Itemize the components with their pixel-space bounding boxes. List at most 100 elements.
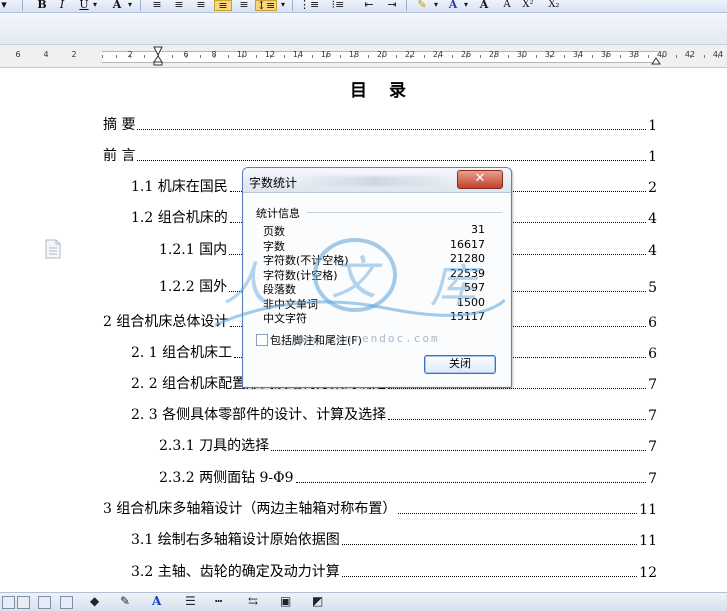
ruler-tick (382, 55, 383, 58)
grow-font-button[interactable]: A (477, 0, 491, 11)
ruler-tick (550, 55, 551, 58)
shrink-font-button[interactable]: A (500, 0, 514, 11)
align-center-icon[interactable]: ≡ (172, 0, 186, 11)
toc-entry-page: 2 (648, 180, 657, 196)
line-spacing-icon[interactable]: ↕≡ (255, 0, 277, 11)
3d-style-icon[interactable]: ◩ (312, 594, 323, 608)
font-color-icon[interactable]: A (152, 594, 161, 608)
stat-value: 16617 (450, 238, 485, 251)
toc-entry-page: 4 (648, 211, 657, 227)
decrease-indent-icon[interactable]: ⇤ (362, 0, 376, 11)
font-color-button[interactable]: A (110, 0, 124, 11)
toc-entry[interactable]: 摘 要 1 (103, 114, 657, 134)
toc-entry[interactable]: 3.2 主轴、齿轮的确定及动力计算 12 (131, 561, 657, 581)
numbering-icon[interactable]: ⋮≡ (299, 0, 319, 11)
toc-title: 目 录 (350, 81, 414, 101)
toolbar-separator (292, 0, 293, 11)
stat-value: 21280 (450, 252, 485, 265)
align-left-icon[interactable]: ≡ (150, 0, 164, 11)
include-footnotes-label[interactable]: 包括脚注和尾注(F) (270, 332, 362, 348)
dash-style-icon[interactable]: ┅ (215, 594, 222, 608)
ruler-tick (284, 55, 285, 58)
ruler-tick (214, 55, 215, 58)
toc-entry-label: 1.1 机床在国民 (131, 179, 228, 195)
toc-leader-dots (398, 513, 638, 514)
stat-value: 31 (471, 223, 485, 236)
toolbar-separator (22, 0, 23, 11)
highlight-icon[interactable]: ✎ (415, 0, 429, 11)
dropdown-arrow-icon[interactable]: ▾ (0, 0, 8, 11)
toc-entry-label: 1.2.2 国外 (159, 279, 228, 295)
toc-entry-page: 7 (648, 377, 657, 393)
stat-value: 15117 (450, 310, 485, 323)
dialog-title: 字数统计 (249, 176, 298, 190)
arrow-style-icon[interactable]: ⇆ (248, 594, 258, 608)
highlight-dropdown-icon[interactable]: ▾ (432, 0, 440, 11)
font-color-a-dropdown-icon[interactable]: ▾ (462, 0, 470, 11)
italic-button[interactable]: I (56, 0, 68, 11)
toc-entry[interactable]: 2.3.1 刀具的选择 7 (159, 435, 657, 455)
toc-entry-label: 3 组合机床多轴箱设计（两边主轴箱对称布置） (103, 501, 397, 517)
toc-leader-dots (295, 482, 647, 483)
bold-button[interactable]: B (36, 0, 48, 11)
ruler-tick (368, 55, 369, 58)
close-button[interactable]: 关闭 (424, 355, 496, 374)
justify-icon[interactable]: ≡ (214, 0, 232, 11)
toc-entry-page: 1 (648, 149, 657, 165)
line-spacing-dropdown-icon[interactable]: ▾ (279, 0, 287, 11)
toolbar-separator (406, 0, 407, 11)
ruler-tick (620, 55, 621, 58)
right-indent-marker-icon[interactable] (651, 55, 661, 65)
subscript-button[interactable]: X₂ (546, 0, 562, 11)
underline-button[interactable]: U (78, 0, 90, 11)
include-footnotes-checkbox[interactable] (256, 334, 268, 346)
bullets-icon[interactable]: ⁝≡ (330, 0, 346, 11)
toc-entry[interactable]: 前 言 1 (103, 145, 657, 165)
toc-leader-dots (388, 419, 647, 420)
align-right-icon[interactable]: ≡ (194, 0, 208, 11)
ruler-tick (592, 55, 593, 58)
font-color-a-icon[interactable]: A (446, 0, 460, 11)
line-style-icon[interactable]: ☰ (185, 594, 196, 608)
stat-label: 字符数(不计空格) (263, 254, 349, 267)
horizontal-ruler[interactable]: 6422681012141618202224262830323436384042… (0, 45, 727, 68)
toc-entry-label: 前 言 (103, 148, 136, 164)
superscript-button[interactable]: X² (520, 0, 536, 11)
insert-image-icon[interactable] (38, 596, 51, 609)
fill-color-icon[interactable]: ◆ (90, 594, 99, 608)
ruler-tick (648, 55, 649, 58)
insert-picture-icon[interactable] (2, 596, 15, 609)
toc-entry[interactable]: 2. 3 各侧具体零部件的设计、计算及选择 7 (131, 404, 657, 424)
shadow-icon[interactable]: ▣ (280, 594, 291, 608)
insert-chart-icon[interactable] (60, 596, 73, 609)
indent-marker-icon[interactable] (153, 46, 163, 66)
ruler-tick (312, 55, 313, 58)
line-color-icon[interactable]: ✎ (120, 594, 130, 608)
underline-dropdown-icon[interactable]: ▾ (91, 0, 99, 11)
toc-entry[interactable]: 3.1 绘制右多轴箱设计原始依据图 11 (131, 529, 657, 549)
dialog-title-bar[interactable]: 字数统计 ✕ (243, 168, 511, 193)
ruler-number: 4 (43, 50, 49, 59)
increase-indent-icon[interactable]: ⇥ (385, 0, 399, 11)
toc-entry-page: 6 (648, 315, 657, 331)
font-color-dropdown-icon[interactable]: ▾ (126, 0, 134, 11)
ruler-tick (130, 55, 131, 58)
close-icon[interactable]: ✕ (457, 170, 503, 189)
ruler-tick (494, 55, 495, 58)
distributed-align-icon[interactable]: ≡ (237, 0, 251, 11)
insert-clipart-icon[interactable] (17, 596, 30, 609)
toc-leader-dots (341, 544, 638, 545)
toc-entry[interactable]: 2.3.2 两侧面钻 9-Φ9 7 (159, 467, 657, 487)
toc-entry[interactable]: 3 组合机床多轴箱设计（两边主轴箱对称布置） 11 (103, 498, 657, 518)
ruler-tick (424, 55, 425, 58)
toc-entry-label: 摘 要 (103, 117, 136, 133)
ruler-tick (718, 55, 719, 58)
toc-entry-label: 1.2 组合机床的 (131, 210, 228, 226)
ruler-tick (340, 55, 341, 58)
toc-entry-page: 11 (639, 533, 657, 549)
ruler-tick (466, 55, 467, 58)
ruler-tick (452, 55, 453, 58)
stat-value: 22539 (450, 267, 485, 280)
drawing-toolbar: ◆ ✎ A ☰ ┅ ⇆ ▣ ◩ (0, 592, 727, 611)
toc-entry-label: 2. 3 各侧具体零部件的设计、计算及选择 (131, 407, 387, 423)
